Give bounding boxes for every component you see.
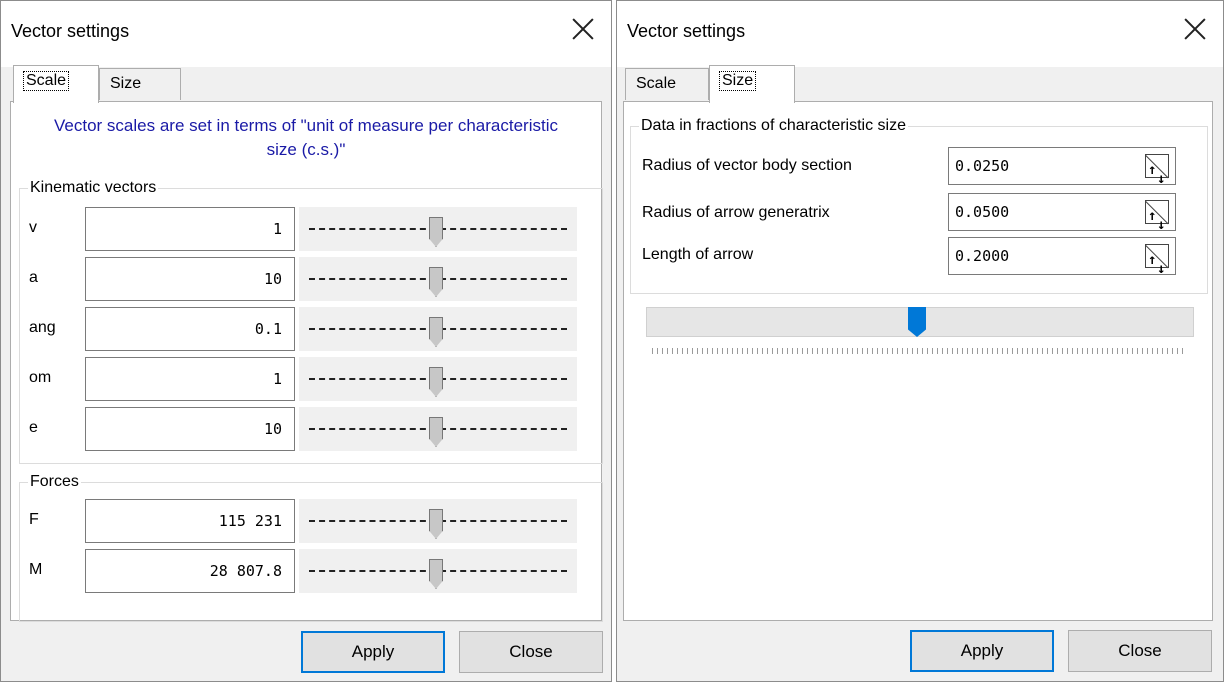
row-label: e: [29, 419, 38, 436]
tab-size[interactable]: Size: [99, 68, 181, 100]
scale-slider[interactable]: [299, 257, 577, 301]
dialog-title: Vector settings: [11, 21, 130, 41]
slider-thumb[interactable]: [429, 367, 443, 397]
scale-slider[interactable]: [299, 357, 577, 401]
group-legend: Kinematic vectors: [28, 179, 159, 197]
row-label: om: [29, 369, 52, 386]
row-label: M: [29, 561, 43, 578]
slider-thumb[interactable]: [429, 559, 443, 589]
row-label: Radius of arrow generatrix: [642, 204, 830, 221]
scale-slider[interactable]: [299, 407, 577, 451]
slider-thumb[interactable]: [429, 509, 443, 539]
slider-ticks: [652, 348, 1186, 354]
value-field[interactable]: 10: [85, 407, 295, 451]
spin-icon[interactable]: [1145, 242, 1169, 287]
value-field[interactable]: 0.2000: [948, 237, 1176, 287]
info-text: Vector scales are set in terms of "unit …: [54, 116, 558, 159]
value-field[interactable]: 10: [85, 257, 295, 301]
row-label: Length of arrow: [642, 246, 754, 263]
value-field[interactable]: 1: [85, 207, 295, 251]
dialog-title: Vector settings: [627, 21, 746, 41]
scale-slider[interactable]: [299, 207, 577, 251]
row-label: v: [29, 219, 37, 236]
value-field[interactable]: 0.0500: [948, 193, 1176, 243]
apply-button[interactable]: Apply: [301, 631, 445, 673]
scale-slider[interactable]: [299, 549, 577, 593]
spin-icon[interactable]: [1145, 198, 1169, 243]
vector-settings-dialog-size: Vector settings Scale Size Data in fract…: [616, 0, 1224, 682]
close-button[interactable]: Close: [459, 631, 603, 673]
spin-icon[interactable]: [1145, 152, 1169, 197]
tab-label: Size: [110, 75, 142, 92]
vector-settings-dialog-scale: Vector settings Scale Size Vector scales…: [0, 0, 612, 682]
close-button[interactable]: Close: [1068, 630, 1212, 672]
tab-label: Scale: [22, 71, 70, 91]
apply-button[interactable]: Apply: [910, 630, 1054, 672]
scale-slider[interactable]: [299, 499, 577, 543]
value-field[interactable]: 0.0250: [948, 147, 1176, 197]
group-legend: Forces: [28, 473, 81, 491]
close-icon[interactable]: [569, 15, 597, 43]
row-label: F: [29, 511, 39, 528]
value-text: 0.0500: [955, 203, 1010, 221]
slider-thumb[interactable]: [429, 317, 443, 347]
slider-thumb[interactable]: [429, 417, 443, 447]
tab-scale[interactable]: Scale: [13, 65, 99, 103]
value-field[interactable]: 0.1: [85, 307, 295, 351]
slider-thumb[interactable]: [429, 267, 443, 297]
title-bar: Vector settings: [617, 1, 1223, 67]
tab-label: Size: [718, 71, 757, 91]
value-field[interactable]: 115 231: [85, 499, 295, 543]
slider-thumb[interactable]: [429, 217, 443, 247]
title-bar: Vector settings: [1, 1, 611, 67]
scale-slider[interactable]: [299, 307, 577, 351]
value-text: 0.0250: [955, 157, 1010, 175]
row-label: ang: [29, 319, 56, 336]
tab-size[interactable]: Size: [709, 65, 795, 103]
tab-label: Scale: [636, 75, 677, 92]
value-field[interactable]: 28 807.8: [85, 549, 295, 593]
value-text: 0.2000: [955, 247, 1010, 265]
value-field[interactable]: 1: [85, 357, 295, 401]
group-legend: Data in fractions of characteristic size: [639, 117, 908, 135]
tab-scale[interactable]: Scale: [625, 68, 709, 100]
close-icon[interactable]: [1181, 15, 1209, 43]
row-label: Radius of vector body section: [642, 157, 852, 174]
row-label: a: [29, 269, 38, 286]
